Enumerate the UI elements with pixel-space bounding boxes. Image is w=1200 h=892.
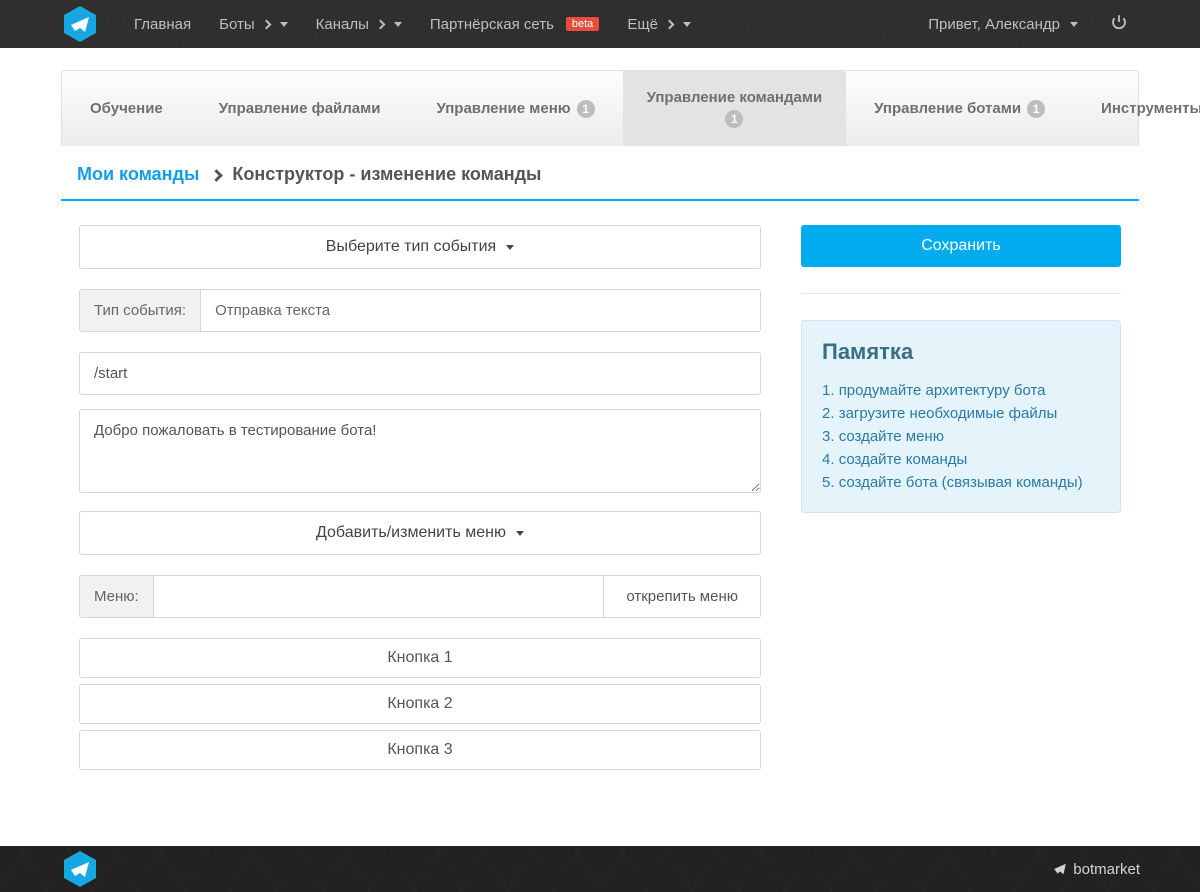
chevron-right-icon <box>665 19 675 29</box>
detach-menu-button[interactable]: открепить меню <box>603 576 760 617</box>
tab-label: Управление командами <box>647 89 823 106</box>
hint-item[interactable]: создайте бота (связывая команды) <box>822 471 1100 494</box>
tab-training[interactable]: Обучение <box>62 71 191 146</box>
caret-down-icon <box>506 245 514 250</box>
caret-down-icon <box>394 22 402 27</box>
dropdown-label: Добавить/изменить меню <box>316 524 506 542</box>
caret-down-icon <box>683 22 691 27</box>
menu-buttons-list: Кнопка 1 Кнопка 2 Кнопка 3 <box>79 638 761 770</box>
menu-label: Меню: <box>80 576 154 617</box>
tab-menus[interactable]: Управление меню 1 <box>408 71 622 146</box>
section-tabs: Обучение Управление файлами Управление м… <box>61 70 1139 146</box>
footer-brand-text: botmarket <box>1073 861 1140 878</box>
badge: 1 <box>1027 100 1045 118</box>
caret-down-icon <box>1070 22 1078 27</box>
footer: botmarket <box>0 846 1200 892</box>
hint-item[interactable]: создайте команды <box>822 448 1100 471</box>
dropdown-label: Выберите тип события <box>326 238 496 256</box>
beta-badge: beta <box>566 17 599 31</box>
nav-label: Ещё <box>627 16 658 33</box>
nav-home[interactable]: Главная <box>120 0 205 48</box>
tab-label: Управление файлами <box>219 100 381 117</box>
badge: 1 <box>577 100 595 118</box>
greeting-text: Привет, Александр <box>928 16 1060 33</box>
hint-item[interactable]: загрузите необходимые файлы <box>822 402 1100 425</box>
menu-dropdown[interactable]: Добавить/изменить меню <box>79 511 761 555</box>
tab-tools[interactable]: Инструменты <box>1073 71 1200 146</box>
side-column: Сохранить Памятка продумайте архитектуру… <box>801 225 1121 776</box>
event-type-display: Тип события: Отправка текста <box>79 289 761 332</box>
event-type-value: Отправка текста <box>201 290 760 331</box>
menu-button-item[interactable]: Кнопка 3 <box>79 730 761 770</box>
chevron-right-icon <box>261 19 271 29</box>
brand-logo[interactable] <box>60 4 100 44</box>
paper-plane-icon <box>1053 862 1067 876</box>
tab-label: Инструменты <box>1101 100 1200 117</box>
nav-bots[interactable]: Боты <box>205 0 302 48</box>
tab-label: Управление ботами <box>874 100 1021 117</box>
content: Выберите тип события Тип события: Отправ… <box>61 201 1139 806</box>
form-column: Выберите тип события Тип события: Отправ… <box>79 225 761 776</box>
footer-brand[interactable]: botmarket <box>1053 861 1140 878</box>
badge: 1 <box>725 110 743 128</box>
breadcrumb-current: Конструктор - изменение команды <box>232 164 541 184</box>
menu-display: Меню: открепить меню <box>79 575 761 618</box>
tab-files[interactable]: Управление файлами <box>191 71 409 146</box>
logout-button[interactable] <box>1098 13 1140 35</box>
breadcrumb: Мои команды Конструктор - изменение кома… <box>61 146 1139 201</box>
nav-label: Партнёрская сеть <box>430 16 554 33</box>
hint-item[interactable]: создайте меню <box>822 425 1100 448</box>
command-input[interactable] <box>79 352 761 395</box>
hint-box: Памятка продумайте архитектуру бота загр… <box>801 320 1121 513</box>
hint-item[interactable]: продумайте архитектуру бота <box>822 379 1100 402</box>
divider <box>801 293 1121 294</box>
caret-down-icon <box>516 531 524 536</box>
page-container: Обучение Управление файлами Управление м… <box>61 70 1139 806</box>
event-type-label: Тип события: <box>80 290 201 331</box>
top-navbar: Главная Боты Каналы Партнёрская сеть bet… <box>0 0 1200 48</box>
chevron-right-icon <box>210 169 223 182</box>
nav-label: Боты <box>219 16 255 33</box>
hint-list: продумайте архитектуру бота загрузите не… <box>822 379 1100 494</box>
caret-down-icon <box>280 22 288 27</box>
menu-button-item[interactable]: Кнопка 2 <box>79 684 761 724</box>
nav-label: Каналы <box>316 16 369 33</box>
message-textarea[interactable]: Добро пожаловать в тестирование бота! <box>79 409 761 493</box>
menu-button-item[interactable]: Кнопка 1 <box>79 638 761 678</box>
save-button[interactable]: Сохранить <box>801 225 1121 267</box>
event-type-dropdown[interactable]: Выберите тип события <box>79 225 761 269</box>
hint-title: Памятка <box>822 339 1100 365</box>
chevron-right-icon <box>375 19 385 29</box>
tab-commands[interactable]: Управление командами 1 <box>623 71 847 146</box>
breadcrumb-link[interactable]: Мои команды <box>77 164 199 184</box>
nav-label: Главная <box>134 16 191 33</box>
user-menu[interactable]: Привет, Александр <box>914 0 1092 48</box>
nav-partner-network[interactable]: Партнёрская сеть beta <box>416 0 613 48</box>
nav-channels[interactable]: Каналы <box>302 0 416 48</box>
tab-label: Обучение <box>90 100 163 117</box>
tab-label: Управление меню <box>436 100 570 117</box>
menu-value <box>154 576 604 617</box>
footer-logo[interactable] <box>60 849 100 889</box>
nav-more[interactable]: Ещё <box>613 0 705 48</box>
tab-bots[interactable]: Управление ботами 1 <box>846 71 1073 146</box>
